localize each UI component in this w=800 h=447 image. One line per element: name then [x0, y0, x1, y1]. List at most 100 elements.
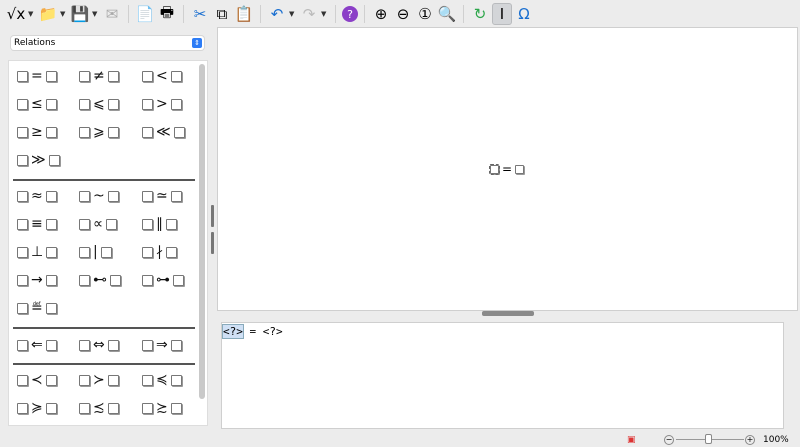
palette-row: ≥ ⩾ ≪	[9, 119, 199, 145]
formula-editor[interactable]: <?> = <?>	[221, 322, 784, 429]
palette-element[interactable]: ≿	[142, 395, 182, 421]
palette-element[interactable]: ⩽	[79, 91, 119, 117]
palette-element[interactable]: ⊷	[79, 267, 121, 293]
email-icon[interactable]: ✉	[102, 3, 122, 25]
palette-element[interactable]: ∝	[79, 211, 118, 237]
category-select[interactable]: Relations ⇕	[11, 36, 204, 50]
palette-row: ≺ ≻ ≼	[9, 367, 199, 393]
show-all-icon[interactable]: 🔍	[437, 3, 457, 25]
zoom-out-button[interactable]: −	[664, 434, 674, 445]
pane-splitter[interactable]	[482, 311, 534, 316]
zoom-out-icon[interactable]: ⊖	[393, 3, 413, 25]
relation-symbol: ⊶	[156, 272, 170, 288]
placeholder-box	[17, 98, 28, 110]
palette-element[interactable]: ≫	[17, 147, 60, 173]
undo-icon[interactable]: ↶	[267, 3, 287, 25]
update-icon[interactable]: ↻	[470, 3, 490, 25]
palette-element[interactable]: ≥	[17, 119, 57, 145]
palette-element[interactable]: ≈	[17, 183, 57, 209]
placeholder-box	[142, 374, 153, 386]
palette-row: = ≠ <	[9, 63, 199, 89]
paste-icon[interactable]: 📋	[234, 3, 254, 25]
placeholder-box	[166, 218, 177, 230]
palette-element[interactable]: ≺	[17, 367, 57, 393]
palette-element[interactable]: ≻	[79, 367, 119, 393]
zoom-in-icon[interactable]: ⊕	[371, 3, 391, 25]
placeholder-box	[515, 164, 525, 174]
palette-element[interactable]: ≽	[17, 395, 57, 421]
open-icon[interactable]: 📁	[38, 3, 58, 25]
export-pdf-icon[interactable]: 📄	[135, 3, 155, 25]
palette-row: ≡ ∝ ∥	[9, 211, 199, 237]
palette-element[interactable]: ~	[79, 183, 119, 209]
formula-operator: =	[502, 162, 513, 176]
relation-symbol: ≽	[31, 400, 43, 416]
save-icon[interactable]: 💾	[70, 3, 90, 25]
palette-element[interactable]: ⇔	[79, 332, 119, 358]
placeholder-box	[142, 70, 153, 82]
placeholder-box	[79, 374, 90, 386]
palette-element[interactable]: ≝	[17, 295, 57, 321]
cut-icon[interactable]: ✂	[190, 3, 210, 25]
palette-element[interactable]: ∥	[142, 211, 177, 237]
zoom-100-icon[interactable]: ①	[415, 3, 435, 25]
palette-element[interactable]: ≼	[142, 367, 182, 393]
placeholder-box	[142, 274, 153, 286]
placeholder-box	[17, 374, 28, 386]
placeholder-box	[107, 126, 119, 138]
palette-element[interactable]: <	[142, 63, 182, 89]
placeholder-box	[142, 402, 153, 414]
palette-element[interactable]: =	[17, 63, 57, 89]
palette-element[interactable]: ⇒	[142, 332, 182, 358]
symbols-icon[interactable]: Ω	[514, 3, 534, 25]
palette-element[interactable]: ≃	[142, 183, 182, 209]
placeholder-box	[142, 246, 153, 258]
zoom-slider-thumb[interactable]	[705, 434, 712, 444]
placeholder-box	[170, 374, 182, 386]
print-icon[interactable]: 🖶	[157, 3, 177, 25]
placeholder-box	[45, 190, 57, 202]
copy-icon[interactable]: ⧉	[212, 3, 232, 25]
relation-symbol: ≻	[93, 372, 105, 388]
relation-symbol: ≈	[31, 188, 43, 204]
placeholder-box	[79, 339, 90, 351]
palette-element[interactable]: ⊶	[142, 267, 184, 293]
palette-element[interactable]: ≪	[142, 119, 185, 145]
dropdown-arrow-icon[interactable]: ▼	[28, 10, 36, 18]
palette-row: → ⊷ ⊶	[9, 267, 199, 293]
relation-symbol: ⊷	[93, 272, 107, 288]
redo-icon[interactable]: ↷	[299, 3, 319, 25]
palette-element[interactable]: ∤	[142, 239, 177, 265]
palette-element[interactable]: →	[17, 267, 57, 293]
palette-row: ≽ ≾ ≿	[9, 395, 199, 421]
placeholder-box	[17, 190, 28, 202]
sidebar-resize-handle-2[interactable]	[211, 232, 214, 254]
placeholder-box	[17, 70, 28, 82]
palette-element[interactable]: ≡	[17, 211, 57, 237]
relation-symbol: ≫	[31, 152, 46, 168]
palette-element[interactable]: ⇐	[17, 332, 57, 358]
placeholder-box	[45, 374, 57, 386]
zoom-in-button[interactable]: +	[745, 434, 755, 445]
palette-element[interactable]: ≠	[79, 63, 119, 89]
palette-scrollbar[interactable]	[199, 64, 205, 399]
palette-element[interactable]: ⊥	[17, 239, 58, 265]
placeholder-box	[170, 339, 182, 351]
relation-symbol: ⩾	[93, 124, 105, 140]
dropdown-arrow-icon[interactable]: ▼	[321, 10, 329, 18]
dropdown-arrow-icon[interactable]: ▼	[60, 10, 68, 18]
new-formula-icon[interactable]: √x	[6, 3, 26, 25]
palette-element[interactable]: ≤	[17, 91, 57, 117]
palette-element[interactable]: |	[79, 239, 112, 265]
formula-cursor-icon[interactable]: I	[492, 3, 512, 25]
palette-element[interactable]: >	[142, 91, 182, 117]
placeholder-box	[17, 218, 28, 230]
palette-element[interactable]: ⩾	[79, 119, 119, 145]
palette-element[interactable]: ≾	[79, 395, 119, 421]
sidebar-resize-handle[interactable]	[211, 205, 214, 227]
dropdown-arrow-icon[interactable]: ▼	[92, 10, 100, 18]
relation-symbol: ∤	[156, 244, 163, 260]
help-icon[interactable]: ?	[342, 6, 358, 22]
rendered-formula: =	[489, 162, 525, 176]
dropdown-arrow-icon[interactable]: ▼	[289, 10, 297, 18]
